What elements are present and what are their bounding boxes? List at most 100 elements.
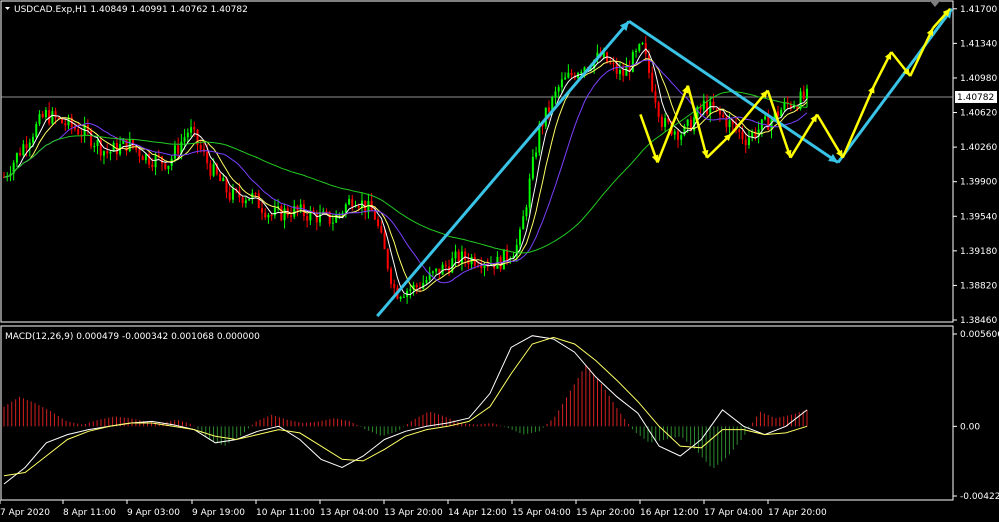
- candle-body: [393, 284, 396, 288]
- candle-body: [622, 70, 625, 76]
- candle-body: [206, 151, 209, 164]
- candle-body: [325, 211, 328, 213]
- candle-body: [525, 207, 528, 217]
- candle-body: [531, 156, 534, 179]
- candle-body: [15, 153, 18, 163]
- candle-body: [528, 178, 531, 208]
- candle-body: [96, 139, 99, 146]
- candle-body: [161, 156, 164, 164]
- candle-body: [51, 111, 54, 124]
- candle-body: [386, 249, 389, 269]
- candle-body: [173, 145, 176, 159]
- candle-body: [80, 134, 83, 136]
- candle-body: [435, 268, 438, 272]
- time-tick-label: 7 Apr 2020: [0, 508, 50, 518]
- candle-body: [257, 193, 260, 209]
- price-tick-label: 1.40620: [960, 109, 997, 119]
- candle-body: [722, 114, 725, 118]
- candle-body: [415, 284, 418, 288]
- candle-body: [212, 164, 215, 176]
- candle-body: [747, 137, 750, 146]
- time-tick-label: 17 Apr 20:00: [768, 508, 827, 518]
- candle-body: [609, 62, 612, 64]
- candle-body: [625, 65, 628, 76]
- candle-body: [638, 44, 641, 51]
- candle-body: [283, 208, 286, 221]
- candle-body: [564, 77, 567, 80]
- candle-body: [389, 268, 392, 285]
- candle-body: [518, 229, 521, 245]
- time-tick-label: 17 Apr 04:00: [704, 508, 763, 518]
- price-tick-label: 1.39540: [960, 212, 997, 222]
- candle-body: [222, 178, 225, 182]
- candle-body: [570, 72, 573, 76]
- candle-body: [254, 193, 257, 195]
- candle-body: [580, 71, 583, 74]
- trading-chart[interactable]: 1.41700 1.41340 1.40980 1.40620 1.40260 1.399…: [0, 0, 999, 522]
- macd-tick-label: -0.004229: [960, 492, 999, 502]
- candle-body: [341, 212, 344, 214]
- candle-body: [535, 152, 538, 157]
- candle-body: [260, 208, 263, 213]
- candle-body: [464, 251, 467, 261]
- candle-body: [306, 216, 309, 221]
- candle-body: [660, 116, 663, 127]
- candle-body: [290, 215, 293, 217]
- candle-body: [54, 111, 57, 118]
- candle-body: [248, 199, 251, 201]
- candle-body: [267, 214, 270, 218]
- candle-body: [167, 165, 170, 169]
- candle-body: [677, 131, 680, 140]
- price-tick-label: 1.40260: [960, 143, 997, 153]
- candle-body: [738, 129, 741, 132]
- candle-body: [635, 50, 638, 53]
- candle-body: [19, 153, 22, 156]
- candle-body: [264, 212, 267, 218]
- candle-body: [615, 63, 618, 74]
- candle-body: [460, 251, 463, 264]
- candle-body: [686, 119, 689, 126]
- candle-body: [319, 212, 322, 223]
- candle-body: [567, 72, 570, 78]
- candle-body: [522, 216, 525, 230]
- candle-body: [383, 232, 386, 250]
- price-tick-label: 1.41340: [960, 39, 997, 49]
- price-tick-label: 1.39900: [960, 178, 997, 188]
- time-tick-label: 15 Apr 04:00: [512, 508, 571, 518]
- candle-body: [554, 91, 557, 98]
- candle-body: [231, 189, 234, 200]
- time-tick-label: 15 Apr 20:00: [576, 508, 635, 518]
- candle-body: [190, 127, 193, 133]
- candle-body: [741, 131, 744, 140]
- candle-body: [806, 88, 808, 99]
- candle-body: [35, 123, 38, 137]
- candle-body: [228, 192, 231, 200]
- candle-body: [351, 199, 354, 207]
- price-tick-label: 1.39180: [960, 247, 997, 257]
- price-tick-label: 1.38820: [960, 281, 997, 291]
- candle-body: [183, 137, 186, 142]
- candle-body: [680, 135, 683, 140]
- candle-body: [209, 163, 212, 176]
- candle-body: [151, 164, 154, 168]
- candle-body: [402, 296, 405, 298]
- candle-body: [641, 42, 644, 45]
- price-tick-label: 1.38460: [960, 316, 997, 326]
- candle-body: [744, 139, 747, 146]
- candle-body: [764, 116, 767, 120]
- time-tick-label: 9 Apr 03:00: [127, 508, 180, 518]
- candle-body: [138, 149, 141, 157]
- time-tick-label: 13 Apr 04:00: [320, 508, 379, 518]
- candle-body: [93, 145, 96, 147]
- candle-body: [44, 110, 47, 118]
- candle-body: [651, 72, 654, 92]
- candle-body: [299, 204, 302, 211]
- time-tick-label: 9 Apr 19:00: [192, 508, 245, 518]
- candle-body: [109, 151, 112, 154]
- candle-body: [712, 101, 715, 109]
- candle-body: [618, 70, 621, 74]
- candle-body: [480, 265, 483, 268]
- candle-body: [270, 214, 273, 216]
- candle-body: [502, 249, 505, 270]
- candle-body: [348, 199, 351, 205]
